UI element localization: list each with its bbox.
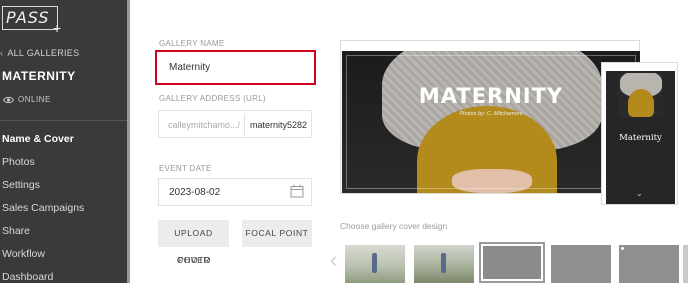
all-galleries-link[interactable]: ‹ ALL GALLERIES xyxy=(0,48,79,58)
design-chooser-label: Choose gallery cover design xyxy=(340,221,448,231)
plus-icon: + xyxy=(53,20,62,36)
pass-logo[interactable]: PASS + xyxy=(2,6,61,35)
upload-cover-sublabel: PHOTO xyxy=(178,255,212,265)
mobile-cover-photo xyxy=(618,73,663,117)
sidebar: PASS + ‹ ALL GALLERIES MATERNITY ONLINE N… xyxy=(0,0,130,283)
calendar-icon[interactable] xyxy=(290,184,304,198)
sidebar-item-sales-campaigns[interactable]: Sales Campaigns xyxy=(2,202,84,225)
sidebar-item-dashboard[interactable]: Dashboard xyxy=(2,271,84,283)
thumb-dot xyxy=(621,247,624,250)
upload-cover-button[interactable]: UPLOAD COVER xyxy=(158,220,229,265)
cover-design-thumb[interactable] xyxy=(683,245,688,283)
status-text: ONLINE xyxy=(18,95,51,104)
address-separator xyxy=(244,114,245,136)
cover-design-thumb[interactable] xyxy=(414,245,474,283)
status-indicator[interactable]: ONLINE xyxy=(2,95,51,104)
back-label: ALL GALLERIES xyxy=(7,48,80,58)
event-date-label: EVENT DATE xyxy=(159,164,212,173)
sidebar-divider xyxy=(0,120,127,121)
address-slug[interactable]: maternity5282 xyxy=(250,120,307,130)
mobile-belly-shape xyxy=(628,89,654,117)
chevron-down-icon: ⌄ xyxy=(636,189,643,198)
gallery-title: MATERNITY xyxy=(2,69,76,83)
cover-design-thumb[interactable] xyxy=(345,245,405,283)
gallery-name-label: GALLERY NAME xyxy=(159,39,225,48)
sidebar-item-share[interactable]: Share xyxy=(2,225,84,248)
carousel-prev-icon[interactable]: ‹ xyxy=(330,249,337,271)
cover-subtitle: Photos by: C. Mitchamore xyxy=(459,111,523,117)
sidebar-scrollbar[interactable] xyxy=(127,0,130,283)
figure-shape xyxy=(372,253,377,273)
sidebar-item-photos[interactable]: Photos xyxy=(2,156,84,179)
desktop-cover-preview: MATERNITY Photos by: C. Mitchamore xyxy=(340,40,640,194)
gallery-address-field[interactable]: calleymitchamo.../ maternity5282 xyxy=(158,110,312,138)
thumb-inner xyxy=(483,246,541,279)
sidebar-item-name-cover[interactable]: Name & Cover xyxy=(2,133,84,156)
chevron-left-icon: ‹ xyxy=(0,48,4,58)
cover-photo: MATERNITY Photos by: C. Mitchamore xyxy=(342,51,640,193)
eye-icon xyxy=(2,96,15,104)
event-date-value: 2023-08-02 xyxy=(169,187,221,198)
gallery-address-label: GALLERY ADDRESS (URL) xyxy=(159,94,266,103)
sidebar-item-settings[interactable]: Settings xyxy=(2,179,84,202)
address-prefix: calleymitchamo.../ xyxy=(168,120,241,130)
cover-design-thumb[interactable] xyxy=(551,245,611,283)
cover-title: MATERNITY xyxy=(418,84,564,108)
gallery-name-input[interactable]: Maternity xyxy=(155,50,316,85)
cover-design-thumb-selected[interactable] xyxy=(479,242,545,283)
mobile-cover-title: Maternity xyxy=(619,133,662,143)
mobile-cover-preview: Maternity ⌄ xyxy=(601,62,678,205)
figure-shape xyxy=(441,253,446,273)
sidebar-item-workflow[interactable]: Workflow xyxy=(2,248,84,271)
focal-point-button[interactable]: FOCAL POINT xyxy=(242,220,312,247)
cover-frame xyxy=(346,55,636,189)
mobile-screen: Maternity ⌄ xyxy=(606,71,675,204)
event-date-input[interactable]: 2023-08-02 xyxy=(158,178,312,206)
logo-text: PASS xyxy=(6,8,50,27)
sidebar-nav: Name & Cover Photos Settings Sales Campa… xyxy=(2,133,84,283)
cover-design-thumb[interactable] xyxy=(619,245,679,283)
